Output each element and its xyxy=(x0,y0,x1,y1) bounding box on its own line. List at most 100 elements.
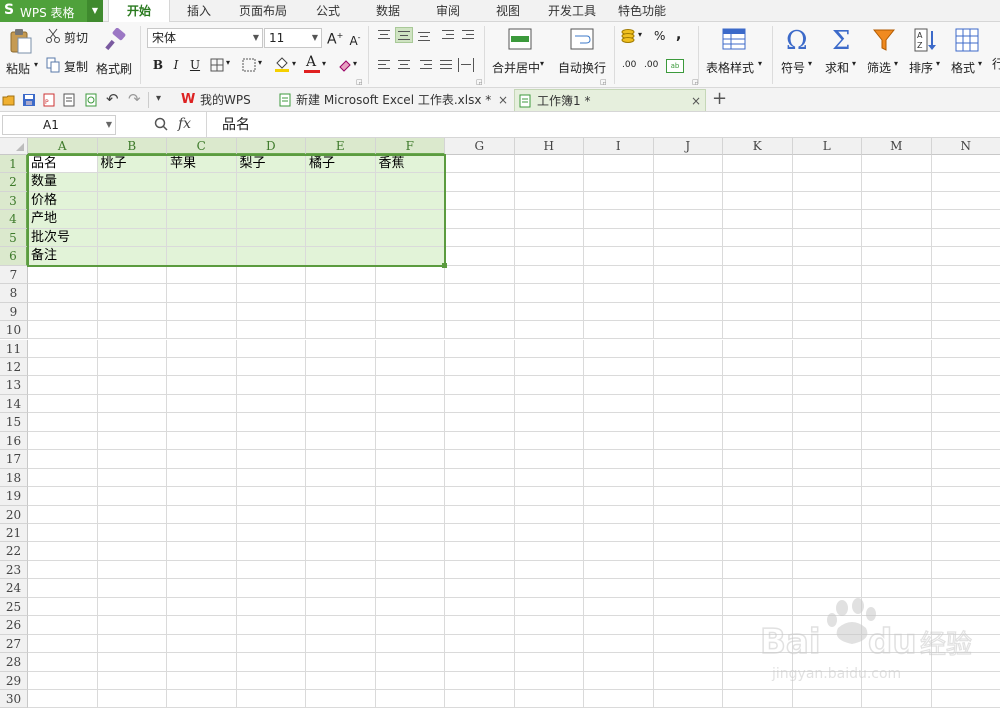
cell-i6[interactable] xyxy=(584,247,654,265)
cell-l1[interactable] xyxy=(793,155,863,173)
cell-m9[interactable] xyxy=(862,303,932,321)
cell-k26[interactable] xyxy=(723,616,793,634)
caret-down-icon[interactable]: ▼ xyxy=(87,0,103,22)
decrease-font-size-icon[interactable]: A- xyxy=(347,30,363,46)
cell-g1[interactable] xyxy=(445,155,515,173)
cell-b28[interactable] xyxy=(98,653,168,671)
cell-e25[interactable] xyxy=(306,598,376,616)
cell-l11[interactable] xyxy=(793,340,863,358)
cell-e19[interactable] xyxy=(306,487,376,505)
cell-m27[interactable] xyxy=(862,635,932,653)
cell-l4[interactable] xyxy=(793,210,863,228)
cell-k21[interactable] xyxy=(723,524,793,542)
cell-l25[interactable] xyxy=(793,598,863,616)
cell-k8[interactable] xyxy=(723,284,793,302)
tab-review[interactable]: 审阅 xyxy=(424,0,472,22)
cell-n4[interactable] xyxy=(932,210,1000,228)
row-header-29[interactable]: 29 xyxy=(0,672,28,690)
cell-m2[interactable] xyxy=(862,173,932,191)
cell-f8[interactable] xyxy=(376,284,446,302)
cell-h18[interactable] xyxy=(515,469,585,487)
tab-page-layout[interactable]: 页面布局 xyxy=(232,0,294,22)
cell-a25[interactable] xyxy=(28,598,98,616)
cell-i11[interactable] xyxy=(584,340,654,358)
increase-indent-icon[interactable] xyxy=(460,28,476,42)
cell-n6[interactable] xyxy=(932,247,1000,265)
cell-a12[interactable] xyxy=(28,358,98,376)
row-header-27[interactable]: 27 xyxy=(0,635,28,653)
row-header-28[interactable]: 28 xyxy=(0,653,28,671)
cell-g17[interactable] xyxy=(445,450,515,468)
cell-c24[interactable] xyxy=(167,579,237,597)
tab-developer[interactable]: 开发工具 xyxy=(540,0,604,22)
cell-n25[interactable] xyxy=(932,598,1000,616)
cell-g10[interactable] xyxy=(445,321,515,339)
cell-g5[interactable] xyxy=(445,229,515,247)
fill-handle[interactable] xyxy=(442,263,447,268)
cell-l8[interactable] xyxy=(793,284,863,302)
cell-m21[interactable] xyxy=(862,524,932,542)
cell-j13[interactable] xyxy=(654,376,724,394)
cell-a5[interactable]: 批次号 xyxy=(28,229,98,247)
number-format-convert-icon[interactable]: ab xyxy=(666,59,684,73)
cell-j9[interactable] xyxy=(654,303,724,321)
row-header-15[interactable]: 15 xyxy=(0,413,28,431)
cell-m6[interactable] xyxy=(862,247,932,265)
cell-j7[interactable] xyxy=(654,266,724,284)
cell-m14[interactable] xyxy=(862,395,932,413)
cell-k1[interactable] xyxy=(723,155,793,173)
cell-k25[interactable] xyxy=(723,598,793,616)
cell-c17[interactable] xyxy=(167,450,237,468)
font-name-select[interactable]: 宋体 ▼ xyxy=(147,28,263,48)
cell-c1[interactable]: 苹果 xyxy=(167,155,237,173)
cell-h13[interactable] xyxy=(515,376,585,394)
cell-j3[interactable] xyxy=(654,192,724,210)
cell-d1[interactable]: 梨子 xyxy=(237,155,307,173)
cell-a16[interactable] xyxy=(28,432,98,450)
cell-l7[interactable] xyxy=(793,266,863,284)
row-header-11[interactable]: 11 xyxy=(0,340,28,358)
cell-n14[interactable] xyxy=(932,395,1000,413)
cell-l22[interactable] xyxy=(793,542,863,560)
cell-m13[interactable] xyxy=(862,376,932,394)
cell-k27[interactable] xyxy=(723,635,793,653)
increase-decimal-button[interactable]: .00 xyxy=(622,60,636,70)
cell-c16[interactable] xyxy=(167,432,237,450)
cell-c5[interactable] xyxy=(167,229,237,247)
cell-l14[interactable] xyxy=(793,395,863,413)
cell-i1[interactable] xyxy=(584,155,654,173)
row-header-24[interactable]: 24 xyxy=(0,579,28,597)
cell-n2[interactable] xyxy=(932,173,1000,191)
cell-j24[interactable] xyxy=(654,579,724,597)
row-header-23[interactable]: 23 xyxy=(0,561,28,579)
comma-style-button[interactable]: , xyxy=(676,27,681,43)
cell-e2[interactable] xyxy=(306,173,376,191)
cell-c25[interactable] xyxy=(167,598,237,616)
cell-i26[interactable] xyxy=(584,616,654,634)
cell-b12[interactable] xyxy=(98,358,168,376)
cell-g12[interactable] xyxy=(445,358,515,376)
underline-button[interactable]: U xyxy=(187,57,203,73)
merge-center-button[interactable]: 合并居中 ▾ xyxy=(490,26,550,84)
row-header-5[interactable]: 5 xyxy=(0,229,28,247)
format-painter-button[interactable]: 格式刷 xyxy=(96,26,134,84)
cell-c18[interactable] xyxy=(167,469,237,487)
cell-a26[interactable] xyxy=(28,616,98,634)
cell-n15[interactable] xyxy=(932,413,1000,431)
cell-b4[interactable] xyxy=(98,210,168,228)
cell-l18[interactable] xyxy=(793,469,863,487)
cell-j11[interactable] xyxy=(654,340,724,358)
cell-d17[interactable] xyxy=(237,450,307,468)
cell-m17[interactable] xyxy=(862,450,932,468)
cell-a14[interactable] xyxy=(28,395,98,413)
cell-m23[interactable] xyxy=(862,561,932,579)
cell-n22[interactable] xyxy=(932,542,1000,560)
cell-b23[interactable] xyxy=(98,561,168,579)
cell-n19[interactable] xyxy=(932,487,1000,505)
cell-h27[interactable] xyxy=(515,635,585,653)
cell-a7[interactable] xyxy=(28,266,98,284)
cell-b27[interactable] xyxy=(98,635,168,653)
cell-i4[interactable] xyxy=(584,210,654,228)
cell-l24[interactable] xyxy=(793,579,863,597)
cell-k15[interactable] xyxy=(723,413,793,431)
